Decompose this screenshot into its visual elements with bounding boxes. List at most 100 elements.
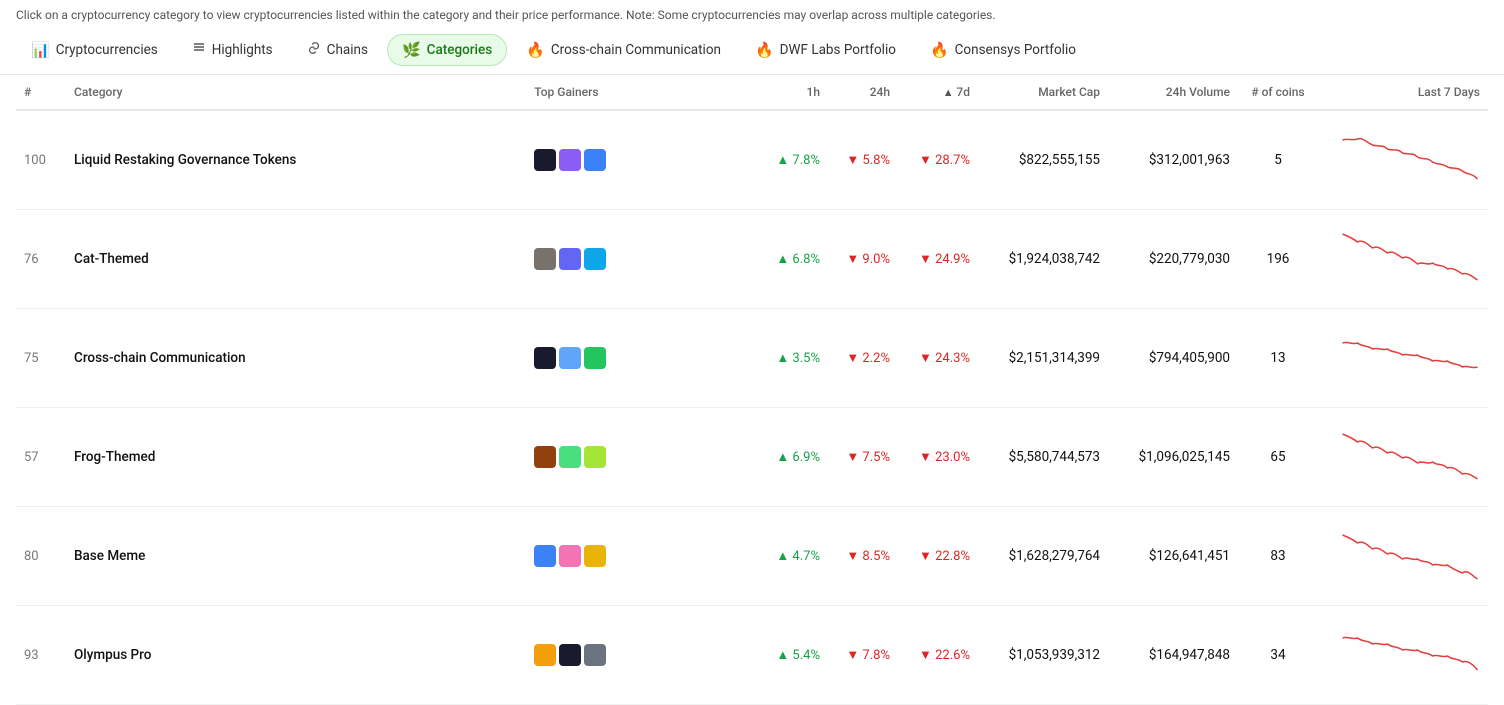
coin-icon: [534, 545, 556, 567]
coin-icon: [534, 446, 556, 468]
cell-volume: $164,947,848: [1108, 606, 1238, 705]
table-row[interactable]: 93Olympus Pro▲ 5.4%▼ 7.8%▼ 22.6%$1,053,9…: [16, 606, 1488, 705]
tab-icon-dwf: 🔥: [755, 41, 774, 59]
cell-rank: 80: [16, 507, 66, 606]
coin-icon: [584, 644, 606, 666]
col-header-gainers: Top Gainers: [526, 75, 758, 110]
tab-label-cross-chain: Cross-chain Communication: [551, 42, 721, 58]
cell-24h: ▼ 8.5%: [828, 507, 898, 606]
coin-icon: [559, 545, 581, 567]
cell-market-cap: $1,628,279,764: [978, 507, 1108, 606]
cell-top-gainers: [526, 408, 758, 507]
table-row[interactable]: 80Base Meme▲ 4.7%▼ 8.5%▼ 22.8%$1,628,279…: [16, 507, 1488, 606]
col-header-category: Category: [66, 75, 526, 110]
coin-icon: [559, 446, 581, 468]
cell-rank: 75: [16, 309, 66, 408]
cell-24h: ▼ 7.8%: [828, 606, 898, 705]
col-header-num: #: [16, 75, 66, 110]
cell-sparkline: [1318, 507, 1488, 606]
col-header-market-cap: Market Cap: [978, 75, 1108, 110]
nav-tab-chains[interactable]: Chains: [292, 34, 383, 66]
cell-volume: $1,096,025,145: [1108, 408, 1238, 507]
cell-market-cap: $1,924,038,742: [978, 210, 1108, 309]
coin-icon: [584, 347, 606, 369]
cell-24h: ▼ 2.2%: [828, 309, 898, 408]
tab-label-consensys: Consensys Portfolio: [955, 42, 1076, 58]
cell-coin-count: 83: [1238, 507, 1318, 606]
cell-top-gainers: [526, 110, 758, 210]
sparkline-svg: [1340, 422, 1480, 492]
cell-category[interactable]: Olympus Pro: [66, 606, 526, 705]
coin-icon: [584, 545, 606, 567]
cell-sparkline: [1318, 309, 1488, 408]
table-row[interactable]: 57Frog-Themed▲ 6.9%▼ 7.5%▼ 23.0%$5,580,7…: [16, 408, 1488, 507]
cell-coin-count: 34: [1238, 606, 1318, 705]
sparkline-svg: [1340, 620, 1480, 690]
cell-rank: 57: [16, 408, 66, 507]
cell-coin-count: 65: [1238, 408, 1318, 507]
cell-24h: ▼ 7.5%: [828, 408, 898, 507]
sparkline-svg: [1340, 125, 1480, 195]
coin-icon: [584, 149, 606, 171]
coin-icon: [559, 347, 581, 369]
cell-24h: ▼ 5.8%: [828, 110, 898, 210]
table-body: 100Liquid Restaking Governance Tokens▲ 7…: [16, 110, 1488, 705]
coin-icon: [584, 446, 606, 468]
cell-1h: ▲ 6.9%: [758, 408, 828, 507]
category-table: # Category Top Gainers 1h 24h ▲ 7d Marke…: [16, 75, 1488, 705]
cell-market-cap: $822,555,155: [978, 110, 1108, 210]
nav-tab-consensys[interactable]: 🔥 Consensys Portfolio: [915, 34, 1091, 66]
nav-tab-cryptocurrencies[interactable]: 📊Cryptocurrencies: [16, 34, 173, 66]
cell-volume: $794,405,900: [1108, 309, 1238, 408]
col-header-7d: ▲ 7d: [898, 75, 978, 110]
col-header-coins: # of coins: [1238, 75, 1318, 110]
category-table-container: # Category Top Gainers 1h 24h ▲ 7d Marke…: [0, 75, 1504, 705]
cell-7d: ▼ 24.9%: [898, 210, 978, 309]
tab-icon-cross-chain: 🔥: [526, 41, 545, 59]
cell-7d: ▼ 22.6%: [898, 606, 978, 705]
nav-tab-dwf[interactable]: 🔥DWF Labs Portfolio: [740, 34, 911, 66]
tab-icon-categories: 🌿: [402, 41, 421, 59]
cell-category[interactable]: Liquid Restaking Governance Tokens: [66, 110, 526, 210]
cell-category[interactable]: Cross-chain Communication: [66, 309, 526, 408]
coin-icon: [534, 149, 556, 171]
col-header-volume: 24h Volume: [1108, 75, 1238, 110]
cell-volume: $312,001,963: [1108, 110, 1238, 210]
cell-rank: 100: [16, 110, 66, 210]
cell-sparkline: [1318, 210, 1488, 309]
col-header-1h: 1h: [758, 75, 828, 110]
cell-top-gainers: [526, 606, 758, 705]
cell-7d: ▼ 23.0%: [898, 408, 978, 507]
cell-7d: ▼ 24.3%: [898, 309, 978, 408]
cell-sparkline: [1318, 606, 1488, 705]
nav-tab-categories[interactable]: 🌿Categories: [387, 34, 507, 66]
sparkline-svg: [1340, 521, 1480, 591]
cell-rank: 93: [16, 606, 66, 705]
nav-tab-cross-chain[interactable]: 🔥 Cross-chain Communication: [511, 34, 736, 66]
cell-rank: 76: [16, 210, 66, 309]
coin-icon: [534, 644, 556, 666]
cell-1h: ▲ 3.5%: [758, 309, 828, 408]
sort-arrow-icon: ▲: [943, 86, 957, 99]
cell-category[interactable]: Frog-Themed: [66, 408, 526, 507]
cell-7d: ▼ 22.8%: [898, 507, 978, 606]
cell-category[interactable]: Base Meme: [66, 507, 526, 606]
table-row[interactable]: 100Liquid Restaking Governance Tokens▲ 7…: [16, 110, 1488, 210]
cell-market-cap: $2,151,314,399: [978, 309, 1108, 408]
cell-coin-count: 5: [1238, 110, 1318, 210]
nav-tab-highlights[interactable]: Highlights: [177, 34, 288, 66]
col-header-24h: 24h: [828, 75, 898, 110]
cell-market-cap: $1,053,939,312: [978, 606, 1108, 705]
cell-1h: ▲ 6.8%: [758, 210, 828, 309]
tab-icon-consensys: 🔥: [930, 41, 949, 59]
col-header-chart: Last 7 Days: [1318, 75, 1488, 110]
coin-icon: [559, 149, 581, 171]
cell-volume: $220,779,030: [1108, 210, 1238, 309]
coin-icon: [559, 248, 581, 270]
cell-volume: $126,641,451: [1108, 507, 1238, 606]
table-row[interactable]: 76Cat-Themed▲ 6.8%▼ 9.0%▼ 24.9%$1,924,03…: [16, 210, 1488, 309]
coin-icon: [534, 248, 556, 270]
table-row[interactable]: 75Cross-chain Communication ▲ 3.5%▼ 2.2%▼…: [16, 309, 1488, 408]
cell-category[interactable]: Cat-Themed: [66, 210, 526, 309]
coin-icon: [584, 248, 606, 270]
